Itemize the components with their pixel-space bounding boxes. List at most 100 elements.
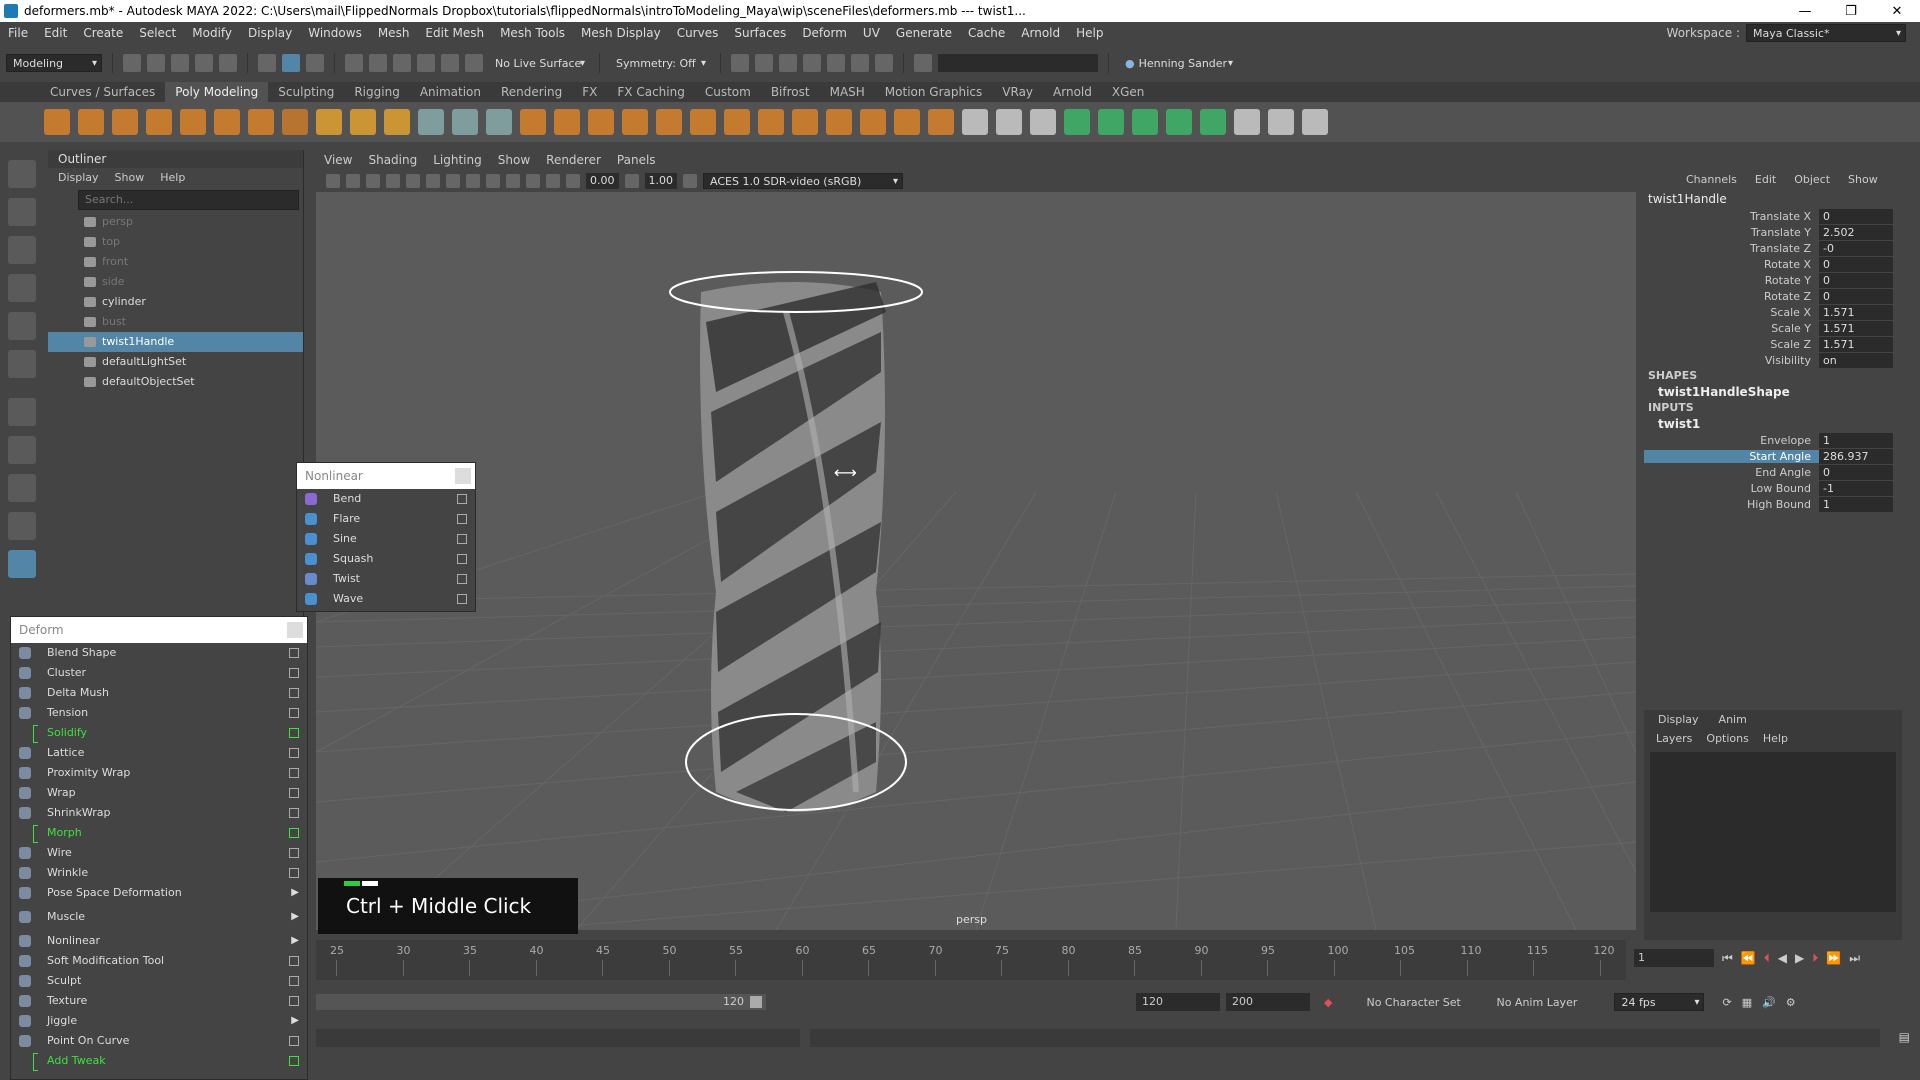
deform-item-shrinkwrap[interactable]: ShrinkWrap [11,803,307,823]
channel-value[interactable]: 1.571 [1819,320,1893,336]
deform-tearoff[interactable]: Deform [11,617,307,643]
snap-curve-icon[interactable] [369,54,387,72]
anim-layer-dropdown[interactable]: No Anim Layer [1496,996,1606,1009]
menu-generate[interactable]: Generate [888,26,960,40]
shelf-tab-curves-surfaces[interactable]: Curves / Surfaces [40,82,165,102]
option-box[interactable] [457,494,467,504]
shelf-tab-fx[interactable]: FX [572,82,607,102]
option-box[interactable] [289,688,299,698]
outliner-item[interactable]: bust [48,312,303,332]
deform-item-jiggle[interactable]: Jiggle ▶ [11,1011,307,1031]
menu-modify[interactable]: Modify [184,26,240,40]
outliner-item[interactable]: defaultLightSet [48,352,303,372]
shelf-tab-bifrost[interactable]: Bifrost [761,82,820,102]
option-box[interactable] [289,768,299,778]
option-box[interactable] [289,956,299,966]
shelf-tool-icon[interactable] [758,109,784,135]
deform-item-soft-modification-tool[interactable]: Soft Modification Tool [11,951,307,971]
cache-icon[interactable]: ▦ [1742,996,1752,1009]
grid-icon[interactable] [406,174,420,188]
channel-row[interactable]: Translate Z -0 [1644,240,1902,256]
color-management-icon[interactable] [683,174,697,188]
move-tool-icon[interactable] [8,274,36,302]
snap-grid-icon[interactable] [345,54,363,72]
channel-row[interactable]: Envelope 1 [1644,432,1902,448]
save-scene-icon[interactable] [171,54,189,72]
go-to-end-icon[interactable]: ⏭ [1849,951,1860,966]
nonlinear-item-bend[interactable]: Bend [297,489,475,509]
select-hierarchy-icon[interactable] [258,54,276,72]
channel-row[interactable]: High Bound 1 [1644,496,1902,512]
menu-mesh[interactable]: Mesh [370,26,418,40]
deform-item-sculpt[interactable]: Sculpt [11,971,307,991]
deform-item-point-on-curve[interactable]: Point On Curve [11,1031,307,1051]
shelf-tool-icon[interactable] [1234,109,1260,135]
shelf-tab-custom[interactable]: Custom [695,82,761,102]
tearoff-icon[interactable] [287,622,303,638]
option-box[interactable] [289,648,299,658]
shelf-tool-icon[interactable] [316,109,342,135]
shelf-tool-icon[interactable] [1200,109,1226,135]
channel-value[interactable]: -0 [1819,240,1893,256]
mel-input[interactable] [316,1029,800,1047]
sound-icon[interactable]: 🔊 [1762,996,1776,1009]
shelf-tab-animation[interactable]: Animation [410,82,491,102]
option-box[interactable] [289,728,299,738]
shelf-tool-icon[interactable] [1098,109,1124,135]
shelf-tool-icon[interactable] [690,109,716,135]
channel-value[interactable]: 1 [1819,496,1893,512]
xray-icon[interactable] [526,174,540,188]
play-backward-icon[interactable]: ◀ [1778,951,1787,965]
deform-item-lattice[interactable]: Lattice [11,743,307,763]
menu-select[interactable]: Select [131,26,184,40]
snap-surface-icon[interactable] [441,54,459,72]
nonlinear-item-wave[interactable]: Wave [297,589,475,609]
option-box[interactable] [289,808,299,818]
redo-icon[interactable] [219,54,237,72]
lasso-tool-icon[interactable] [8,198,36,226]
deform-item-wrinkle[interactable]: Wrinkle [11,863,307,883]
option-box[interactable] [289,748,299,758]
outliner-menu-display[interactable]: Display [58,168,99,188]
viewport-menu-show[interactable]: Show [498,153,530,167]
deform-item-muscle[interactable]: Muscle ▶ [11,907,307,927]
select-component-icon[interactable] [306,54,324,72]
gamma-icon[interactable] [624,174,639,188]
channel-row[interactable]: Start Angle 286.937 [1644,448,1902,464]
option-box[interactable] [457,554,467,564]
option-box[interactable] [289,668,299,678]
current-frame-field[interactable]: 1 [1634,949,1714,967]
shelf-tool-icon[interactable] [724,109,750,135]
option-box[interactable] [289,708,299,718]
exposure-field[interactable]: 0.00 [586,173,619,189]
play-forward-icon[interactable]: ▶ [1795,951,1804,965]
shelf-tool-icon[interactable] [384,109,410,135]
deform-item-cluster[interactable]: Cluster [11,663,307,683]
option-box[interactable] [457,514,467,524]
menu-edit-mesh[interactable]: Edit Mesh [417,26,492,40]
four-view-layout-icon[interactable] [8,474,36,502]
viewport-menu-view[interactable]: View [324,153,352,167]
go-to-start-icon[interactable]: ⏮ [1722,951,1733,966]
shelf-tool-icon[interactable] [180,109,206,135]
shelf-tab-rendering[interactable]: Rendering [491,82,572,102]
shelf-tool-icon[interactable] [452,109,478,135]
live-surface-field[interactable]: No Live Surface [489,54,589,72]
layer-tab-anim[interactable]: Anim [1719,710,1747,730]
exposure-icon[interactable] [566,174,580,188]
menu-surfaces[interactable]: Surfaces [726,26,794,40]
tearoff-icon[interactable] [455,468,471,484]
smooth-shade-icon[interactable] [446,174,460,188]
shelf-tab-poly-modeling[interactable]: Poly Modeling [165,82,269,102]
shelf-tool-icon[interactable] [1166,109,1192,135]
outliner-search-input[interactable]: Search... [78,190,299,210]
shelf-tool-icon[interactable] [282,109,308,135]
range-handle[interactable] [750,996,762,1008]
fps-dropdown[interactable]: 24 fps [1614,993,1705,1011]
channel-menu-show[interactable]: Show [1848,170,1878,190]
snap-live-icon[interactable] [465,54,483,72]
shelf-tool-icon[interactable] [928,109,954,135]
view-transform-dropdown[interactable]: ACES 1.0 SDR-video (sRGB) [703,173,903,189]
layer-menu-options[interactable]: Options [1706,730,1748,748]
shelf-tool-icon[interactable] [1064,109,1090,135]
